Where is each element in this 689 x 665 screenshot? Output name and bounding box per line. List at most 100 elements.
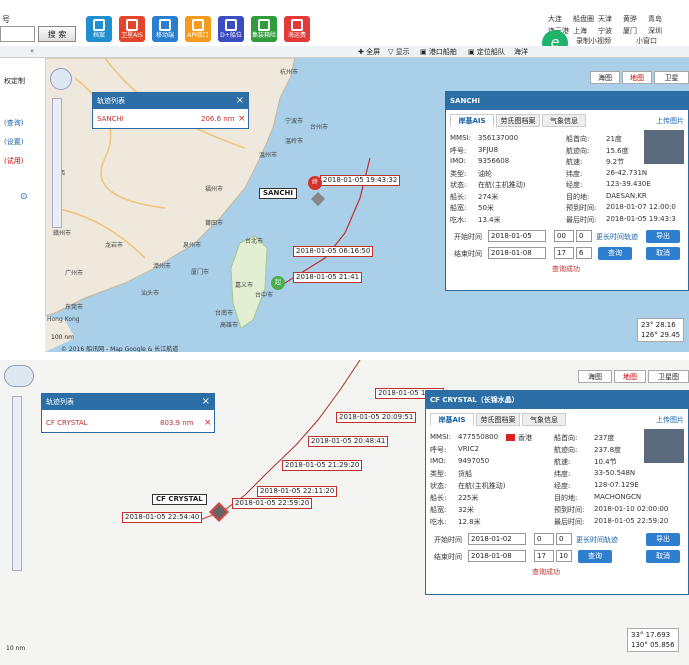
separator	[0, 352, 689, 360]
flag-text: 香港	[518, 434, 532, 442]
query-button[interactable]: 查询	[598, 247, 632, 260]
query-button[interactable]: 查询	[578, 550, 612, 563]
sidebar-item-custom[interactable]: 权定制	[4, 76, 25, 86]
city-link[interactable]: 天津	[598, 14, 612, 24]
start-date-input[interactable]: 2018-01-02	[468, 533, 526, 545]
collapse-button[interactable]: «	[30, 47, 34, 55]
city-link[interactable]: 船盘圈	[573, 14, 594, 24]
remove-track-icon[interactable]: ×	[204, 418, 212, 428]
maptype-chart[interactable]: 海图	[578, 370, 612, 383]
field-label: 航迹向:	[554, 446, 578, 454]
field-label: 经度:	[554, 482, 571, 490]
start-minute-input[interactable]: 0	[576, 230, 592, 242]
small-window-button[interactable]: 小窗口	[636, 36, 657, 46]
tab-0[interactable]: 岸基AIS	[430, 413, 474, 426]
upload-image-link[interactable]: 上传图片	[656, 116, 684, 126]
city-link[interactable]: 宁波	[598, 26, 612, 36]
close-icon[interactable]: ×	[202, 394, 210, 410]
search-input[interactable]	[0, 26, 35, 42]
ship-photo[interactable]	[644, 130, 684, 164]
export-button[interactable]: 导出	[646, 533, 680, 546]
field-value: 3FJU8	[478, 145, 499, 154]
track-list-dialog: 轨迹列表 × SANCHI 206.6 nm ×	[92, 92, 249, 129]
city-link[interactable]: 上海	[573, 26, 587, 36]
fullscreen-button[interactable]: ✚ 全屏	[358, 47, 380, 57]
tool-button-3[interactable]: API接口	[185, 16, 211, 42]
tool-button-1[interactable]: 卫星AIS	[119, 16, 145, 42]
maptype-map[interactable]: 地图	[614, 370, 646, 383]
sidebar-item-settings[interactable]: (设置)	[4, 137, 23, 147]
start-minute-input[interactable]: 0	[556, 533, 572, 545]
maptype-map[interactable]: 地图	[622, 71, 652, 84]
start-marker-icon[interactable]: 起	[271, 276, 285, 290]
pan-control-icon[interactable]	[4, 365, 34, 387]
tool-button-2[interactable]: 移动端	[152, 16, 178, 42]
field-value: 9356608	[478, 157, 510, 165]
track-label-5: 2018-01-05 22:59:20	[232, 498, 313, 509]
display-button[interactable]: ▽ 显示	[388, 47, 410, 57]
ship-photo[interactable]	[644, 429, 684, 463]
maptype-chart[interactable]: 海图	[590, 71, 620, 84]
sidebar-item-query[interactable]: (查询)	[4, 118, 23, 128]
fleet-button[interactable]: ▣ 定位船队	[468, 47, 505, 57]
field-value: 123-39.430E	[606, 180, 651, 188]
start-date-input[interactable]: 2018-01-05	[488, 230, 546, 242]
city-label: 龙岩市	[105, 242, 124, 249]
tool-button-0[interactable]: 档案	[86, 16, 112, 42]
tab-0[interactable]: 岸基AIS	[450, 114, 494, 127]
left-sidebar: 权定制 (查询) (设置) (试用) ⊙	[0, 58, 45, 352]
city-link[interactable]: 黄骅	[623, 14, 637, 24]
tab-2[interactable]: 气象信息	[542, 114, 586, 127]
track-ship-name[interactable]: CF CRYSTAL	[46, 419, 88, 427]
maptype-satellite[interactable]: 卫星	[654, 71, 689, 84]
field-value: 12.8米	[458, 518, 481, 526]
tool-button-4[interactable]: D+船位	[218, 16, 244, 42]
ship-label-sanchi[interactable]: SANCHI	[259, 188, 297, 199]
tab-2[interactable]: 气象信息	[522, 413, 566, 426]
field-label: 最后时间:	[554, 518, 585, 526]
field-value: 26-42.731N	[606, 168, 648, 177]
city-link[interactable]: 厦门	[623, 26, 637, 36]
track-ship-name[interactable]: SANCHI	[97, 115, 124, 123]
end-hour-input[interactable]: 17	[534, 550, 554, 562]
longer-track-link[interactable]: 更长时间轨迹	[596, 232, 638, 242]
end-minute-input[interactable]: 10	[556, 550, 572, 562]
cancel-button[interactable]: 取消	[646, 550, 680, 563]
end-minute-input[interactable]: 6	[576, 247, 592, 259]
city-label: 台南市	[215, 310, 234, 317]
track-distance: 803.9 nm	[160, 419, 194, 427]
api-icon	[192, 19, 204, 31]
maptype-satellite[interactable]: 卫星图	[648, 370, 689, 383]
pan-control-icon[interactable]	[50, 68, 72, 90]
start-hour-input[interactable]: 0	[534, 533, 554, 545]
longer-track-link[interactable]: 更长时间轨迹	[576, 535, 618, 545]
sidebar-item-trial[interactable]: (试用)	[4, 156, 23, 166]
search-button[interactable]: 搜 索	[38, 26, 76, 42]
city-link[interactable]: 深圳	[648, 26, 662, 36]
city-link[interactable]: 大连	[548, 14, 562, 24]
port-ships-button[interactable]: ▣ 港口船舶	[420, 47, 457, 57]
zoom-slider[interactable]	[12, 396, 22, 571]
end-marker-icon[interactable]: 终	[308, 176, 322, 190]
ship-label-cf-crystal[interactable]: CF CRYSTAL	[152, 494, 207, 505]
record-video-button[interactable]: 录制小视频	[576, 36, 611, 46]
close-icon[interactable]: ×	[236, 93, 244, 109]
tab-1[interactable]: 劳氏图档案	[476, 413, 520, 426]
end-date-input[interactable]: 2018-01-08	[468, 550, 526, 562]
tool-button-6[interactable]: 海运费	[284, 16, 310, 42]
start-hour-input[interactable]: 00	[554, 230, 574, 242]
track-label-6: 2018-01-05 22:54:40	[122, 512, 203, 523]
remove-track-icon[interactable]: ×	[238, 114, 246, 124]
ocean-button[interactable]: 海洋	[514, 47, 528, 57]
tool-button-5[interactable]: 集装箱险	[251, 16, 277, 42]
tab-1[interactable]: 劳氏图档案	[496, 114, 540, 127]
end-date-input[interactable]: 2018-01-08	[488, 247, 546, 259]
upload-image-link[interactable]: 上传图片	[656, 415, 684, 425]
export-button[interactable]: 导出	[646, 230, 680, 243]
cancel-button[interactable]: 取消	[646, 247, 680, 260]
city-link[interactable]: 青岛	[648, 14, 662, 24]
end-hour-input[interactable]: 17	[554, 247, 574, 259]
coordinate-readout: 33° 17.693 130° 05.856	[627, 628, 679, 652]
info-icon[interactable]: ⊙	[20, 192, 28, 202]
zoom-slider[interactable]	[52, 98, 62, 228]
